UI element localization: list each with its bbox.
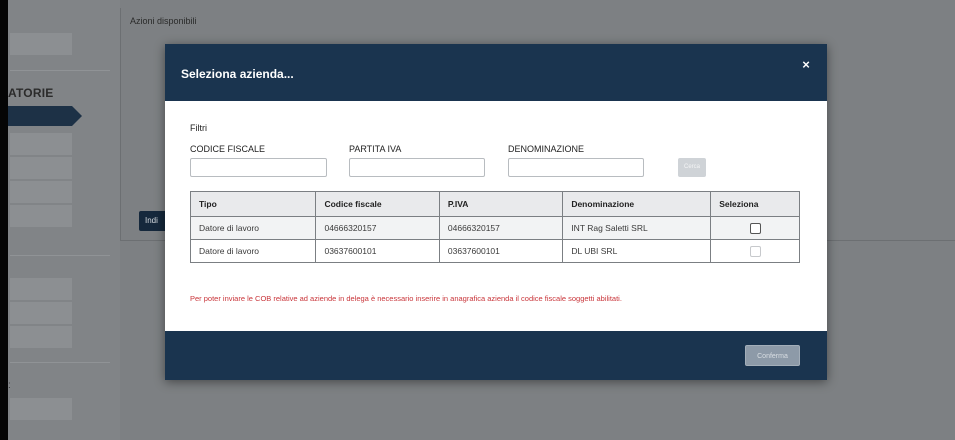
cell-codice-fiscale: 03637600101	[315, 239, 440, 263]
column-header-piva: P.IVA	[438, 191, 564, 217]
modal-title: Seleziona azienda...	[181, 67, 294, 81]
sidebar-item	[10, 326, 72, 348]
denominazione-label: DENOMINAZIONE	[508, 144, 585, 154]
left-edge	[0, 0, 8, 440]
partita-iva-input[interactable]	[349, 158, 485, 177]
table-row: Datore di lavoro 03637600101 03637600101…	[189, 239, 800, 263]
cell-piva: 04666320157	[438, 216, 564, 240]
cell-denominazione: DL UBI SRL	[562, 239, 712, 263]
select-company-modal: Seleziona azienda... × Filtri CODICE FIS…	[165, 44, 827, 380]
denominazione-input[interactable]	[508, 158, 644, 177]
search-button[interactable]: Cerca	[678, 158, 706, 177]
sidebar-divider	[10, 362, 110, 363]
delegation-note: Per poter inviare le COB relative ad azi…	[190, 294, 622, 303]
column-header-denominazione: Denominazione	[562, 191, 712, 217]
cell-seleziona	[710, 239, 800, 263]
sidebar-item	[10, 205, 72, 227]
partita-iva-label: PARTITA IVA	[349, 144, 402, 154]
cell-piva: 03637600101	[438, 239, 564, 263]
sidebar-divider	[10, 70, 110, 71]
modal-header: Seleziona azienda... ×	[165, 44, 827, 101]
cell-tipo: Datore di lavoro	[189, 239, 317, 263]
main-panel-title: Azioni disponibili	[130, 16, 197, 26]
sidebar-small-text: :	[8, 380, 11, 391]
sidebar-item	[10, 133, 72, 155]
select-checkbox[interactable]	[749, 222, 761, 234]
column-header-tipo: Tipo	[189, 191, 317, 217]
select-checkbox-disabled	[749, 245, 761, 257]
sidebar-item	[10, 302, 72, 324]
column-header-seleziona: Seleziona	[710, 191, 800, 217]
cell-codice-fiscale: 04666320157	[315, 216, 440, 240]
codice-fiscale-label: CODICE FISCALE	[190, 144, 266, 154]
sidebar-item	[10, 398, 72, 420]
modal-footer: Conferma	[165, 331, 827, 380]
sidebar-item	[10, 278, 72, 300]
close-icon[interactable]: ×	[799, 58, 813, 72]
sidebar-item	[10, 157, 72, 179]
companies-table: Tipo Codice fiscale P.IVA Denominazione …	[189, 191, 800, 263]
sidebar-section-title: ATORIE	[8, 86, 54, 100]
cell-tipo: Datore di lavoro	[189, 216, 317, 240]
filters-label: Filtri	[190, 123, 207, 133]
codice-fiscale-input[interactable]	[190, 158, 327, 177]
modal-body: Filtri CODICE FISCALE PARTITA IVA DENOMI…	[165, 101, 827, 331]
sidebar-item	[10, 181, 72, 203]
sidebar-active-item	[8, 106, 82, 126]
table-header-row: Tipo Codice fiscale P.IVA Denominazione …	[189, 191, 800, 217]
sidebar-item	[10, 33, 72, 55]
table-row: Datore di lavoro 04666320157 04666320157…	[189, 216, 800, 240]
sidebar-divider	[10, 255, 110, 256]
cell-seleziona	[710, 216, 800, 240]
confirm-button[interactable]: Conferma	[745, 345, 800, 366]
cell-denominazione: INT Rag Saletti SRL	[562, 216, 712, 240]
column-header-codice-fiscale: Codice fiscale	[315, 191, 440, 217]
